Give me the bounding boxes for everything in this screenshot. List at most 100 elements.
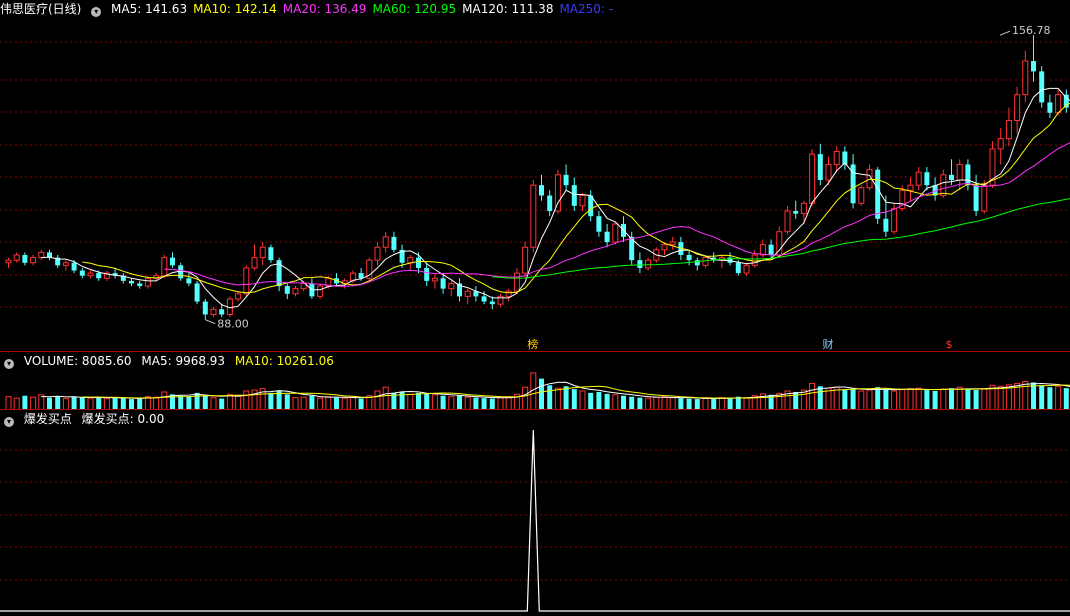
volume-bar <box>431 394 438 410</box>
volume-bar <box>71 396 77 410</box>
candle-body <box>292 288 299 295</box>
indicator-settings-icon[interactable]: ▾ <box>4 417 14 427</box>
volume-bar <box>875 387 881 410</box>
signal-line <box>0 429 1070 612</box>
volume-bar <box>22 395 28 410</box>
candle-body <box>924 172 930 186</box>
candle-body <box>407 257 414 264</box>
candle-body <box>596 216 602 232</box>
candle-body <box>62 262 69 266</box>
candle-body <box>38 251 45 259</box>
volume-bar <box>949 388 954 410</box>
candle-body <box>440 278 446 289</box>
volume-bar <box>161 391 168 410</box>
candle-body <box>448 282 455 290</box>
volume-bar <box>858 390 865 410</box>
volume-bar <box>842 390 848 410</box>
volume-bar <box>448 396 455 410</box>
candle-body <box>235 293 242 300</box>
volume-bar <box>522 386 529 410</box>
candle-body <box>833 151 840 165</box>
indicator-value: 爆发买点: 0.00 <box>81 412 165 426</box>
candle-body <box>981 184 988 212</box>
volume-bar <box>38 394 45 410</box>
candle-body <box>637 260 643 268</box>
volume-bar <box>554 387 561 410</box>
volume-bar <box>940 388 947 410</box>
volume-bar <box>374 390 381 410</box>
candle-body <box>431 277 438 282</box>
candle-body <box>170 257 175 266</box>
candle-body <box>1055 94 1062 114</box>
candle-body <box>13 254 20 261</box>
volume-bar <box>596 391 602 410</box>
volume-bar <box>539 378 544 410</box>
candle-body <box>661 244 668 251</box>
candle-body <box>317 285 324 297</box>
volume-bar <box>932 391 938 410</box>
candle-body <box>1005 120 1012 140</box>
candle-body <box>382 236 389 248</box>
candle-body <box>144 277 151 287</box>
candle-body <box>669 241 676 246</box>
volume-bar <box>1047 387 1053 410</box>
volume-bar <box>1031 382 1036 410</box>
candle-body <box>202 301 208 315</box>
indicator-pane[interactable]: ▾ 爆发买点 爆发买点: 0.00 <box>0 410 1070 616</box>
indicator-chart <box>0 429 1070 612</box>
volume-settings-icon[interactable]: ▾ <box>4 359 14 369</box>
candle-body <box>686 255 692 261</box>
candle-body <box>481 296 487 302</box>
candle-body <box>22 255 28 263</box>
candle-body <box>973 185 979 212</box>
candle-body <box>768 244 774 255</box>
candle-body <box>759 244 766 256</box>
volume-bar <box>621 395 626 410</box>
low-price-label: 88.00 <box>217 318 249 331</box>
candle-body <box>793 211 799 214</box>
volume-bar <box>186 396 192 410</box>
volume-pane[interactable]: ▾ VOLUME: 8085.60 MA5: 9968.93 MA10: 102… <box>0 352 1070 410</box>
candle-body <box>87 272 94 277</box>
volume-bar <box>547 385 553 410</box>
volume-bar <box>965 389 971 410</box>
candle-body <box>79 270 85 276</box>
candle-body <box>883 218 889 232</box>
candle-body <box>243 267 250 295</box>
candle-body <box>1039 71 1045 103</box>
volume-bar <box>55 396 61 410</box>
volume-bar <box>382 386 389 410</box>
indicator-legend: ▾ 爆发买点 爆发买点: 0.00 <box>0 410 170 428</box>
candle-body <box>907 184 914 191</box>
volume-bar <box>309 395 315 410</box>
candlestick-chart: 156.78 88.00 榜 财 $ <box>0 24 1070 351</box>
volume-ma5: MA5: 9968.93 <box>141 354 226 368</box>
candle-body <box>137 283 143 287</box>
volume-bar <box>235 394 242 410</box>
candle-body <box>374 246 381 261</box>
volume-bar <box>440 395 446 410</box>
volume-bar <box>194 392 200 410</box>
candle-body <box>186 278 192 284</box>
candle-body <box>809 153 816 204</box>
volume-bar <box>866 389 873 410</box>
volume-bar <box>268 392 274 410</box>
price-chart-pane[interactable]: 伟思医疗(日线) ▾ MA5: 141.63 MA10: 142.14 MA20: … <box>0 0 1070 352</box>
candle-body <box>956 163 963 181</box>
candle-body <box>96 273 102 279</box>
volume-bar <box>5 396 12 410</box>
candle-body <box>464 290 471 297</box>
low-pointer <box>205 319 216 325</box>
volume-bar <box>973 390 979 410</box>
volume-bar <box>735 396 741 410</box>
candle-body <box>891 207 898 233</box>
volume-bar <box>809 382 816 410</box>
candle-body <box>858 187 865 204</box>
candle-body <box>539 185 544 196</box>
volume-bar <box>424 393 430 410</box>
candle-body <box>194 283 200 302</box>
candle-body <box>940 174 947 197</box>
ma20-line <box>164 142 1070 287</box>
candle-body <box>284 286 290 294</box>
candle-body <box>604 231 610 243</box>
